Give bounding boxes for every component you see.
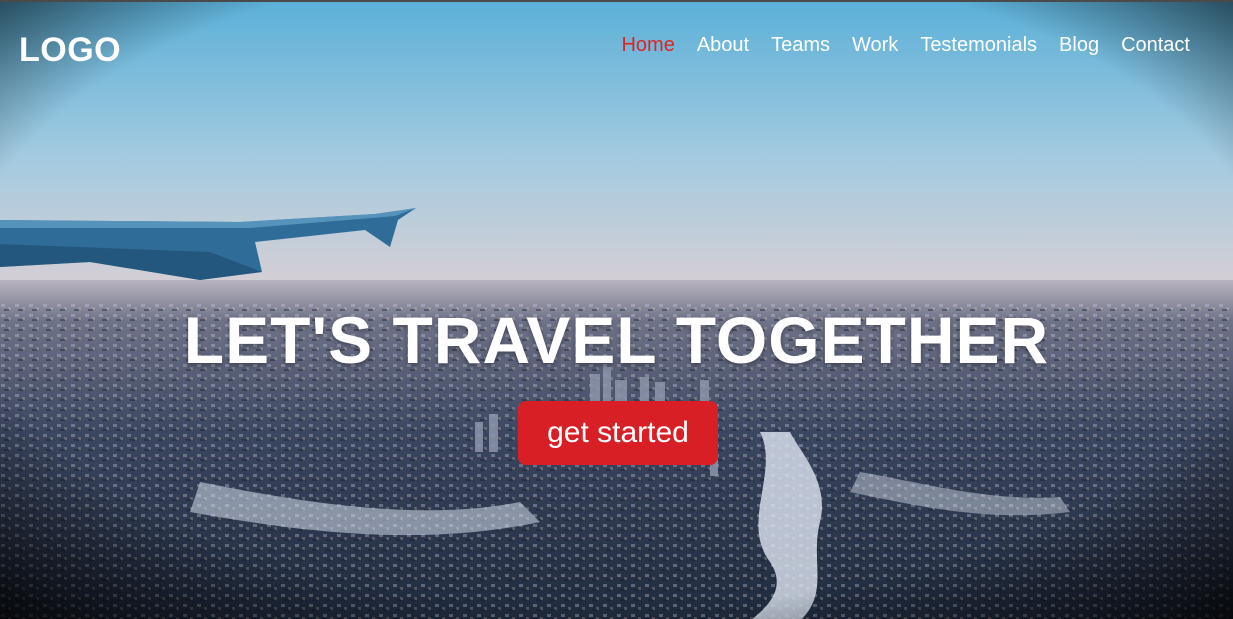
hero-headline: LET'S TRAVEL TOGETHER bbox=[183, 303, 1050, 377]
nav-link-testemonials[interactable]: Testemonials bbox=[920, 34, 1037, 57]
site-logo[interactable]: LOGO bbox=[19, 31, 121, 70]
nav-link-blog[interactable]: Blog bbox=[1059, 34, 1099, 57]
nav-link-work[interactable]: Work bbox=[852, 34, 898, 57]
top-navigation: LOGO Home About Teams Work Testemonials … bbox=[0, 2, 1233, 92]
get-started-button[interactable]: get started bbox=[518, 401, 718, 465]
nav-link-teams[interactable]: Teams bbox=[771, 34, 830, 57]
nav-link-home[interactable]: Home bbox=[621, 34, 674, 57]
nav-link-about[interactable]: About bbox=[697, 34, 749, 57]
nav-link-contact[interactable]: Contact bbox=[1121, 34, 1190, 57]
hero-section: LOGO Home About Teams Work Testemonials … bbox=[0, 0, 1233, 619]
nav-menu: Home About Teams Work Testemonials Blog … bbox=[621, 34, 1190, 57]
